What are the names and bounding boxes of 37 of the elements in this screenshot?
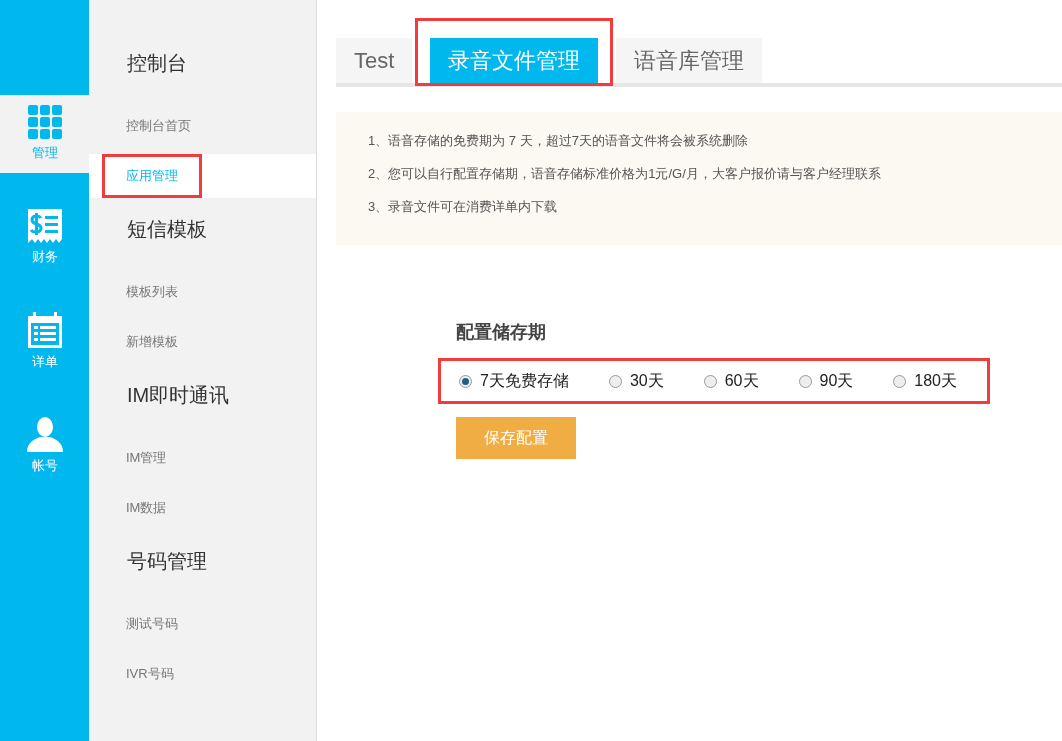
tab[interactable]: 语音库管理 (616, 38, 763, 83)
radio-button[interactable] (703, 374, 717, 388)
sidebar-item[interactable]: 应用管理 (89, 154, 316, 198)
rail-item[interactable]: 详单 (0, 303, 89, 381)
sidebar-item[interactable]: IVR号码 (89, 652, 316, 696)
option-label: 180天 (914, 371, 957, 391)
option-label: 90天 (819, 371, 854, 391)
rail-item[interactable]: 帐号 (0, 407, 89, 485)
radio-button[interactable] (798, 374, 812, 388)
notice-text: 3、录音文件可在消费详单内下载 (368, 198, 559, 216)
rail-item[interactable]: 管理 (0, 95, 89, 173)
section-title: IM即时通讯 (126, 383, 231, 408)
tab[interactable]: 录音文件管理 (430, 38, 599, 83)
notice-text: 2、您可以自行配置存储期，语音存储标准价格为1元/G/月，大客户报价请与客户经理联系 (368, 165, 882, 183)
section-title: 短信模板 (126, 217, 208, 242)
grid-icon (27, 105, 62, 140)
notice-text: 1、语音存储的免费期为 7 天，超过7天的语音文件将会被系统删除 (368, 132, 749, 150)
tab[interactable]: Test (336, 38, 413, 83)
sidebar-item[interactable]: 控制台首页 (89, 104, 316, 148)
option-label: 60天 (724, 371, 759, 391)
sidebar-item[interactable]: IM管理 (89, 436, 316, 480)
sidebar-item[interactable]: 模板列表 (89, 270, 316, 314)
calendar-icon (27, 312, 62, 349)
section-title: 控制台 (126, 51, 188, 76)
option-label: 30天 (629, 371, 664, 391)
option-label: 7天免费存储 (480, 371, 569, 391)
user-icon (26, 416, 63, 453)
receipt-icon (27, 209, 62, 244)
sidebar-item[interactable]: 新增模板 (89, 320, 316, 364)
radio-button[interactable] (893, 374, 907, 388)
radio-button[interactable] (459, 374, 472, 388)
radio-button[interactable] (608, 374, 622, 388)
section-title: 号码管理 (126, 549, 208, 574)
sidebar-item[interactable]: IM数据 (89, 486, 316, 530)
section-heading: 配置储存期 (456, 321, 547, 344)
rail-item[interactable]: 财务 (0, 199, 89, 277)
sidebar-item[interactable]: 测试号码 (89, 602, 316, 646)
